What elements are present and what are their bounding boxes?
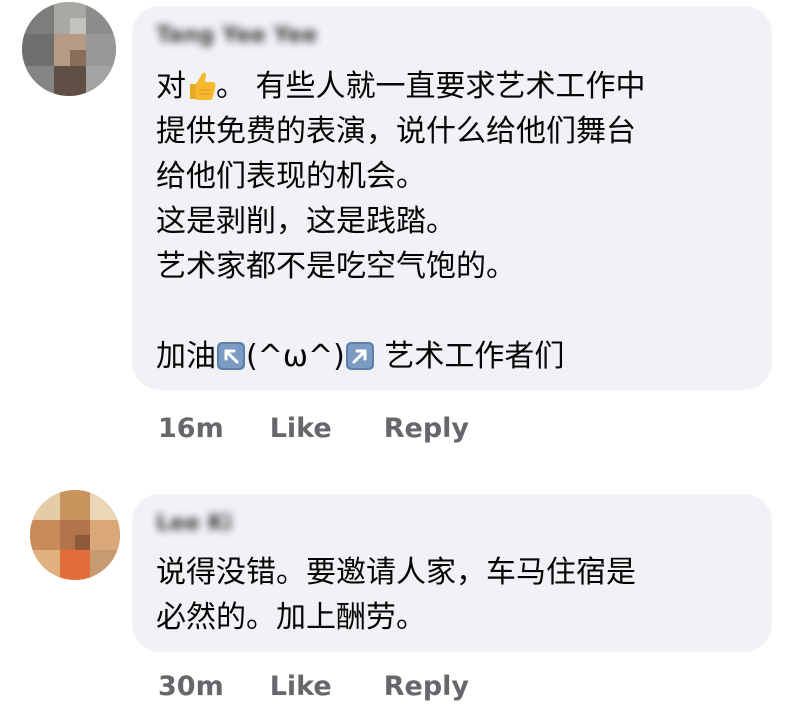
arrow-up-left-icon [216, 339, 246, 370]
comment-line: 艺术家都不是吃空气饱的。 [156, 249, 516, 284]
comment-line: 这是剥削，这是践踏。 [156, 204, 456, 239]
comment-text-segment: (^ω^) [246, 339, 345, 374]
comment-bubble: Lee Ki 说得没错。要邀请人家，车马住宿是 必然的。加上酬劳。 [132, 494, 772, 652]
comment-text-segment: 艺术工作者们 [374, 339, 565, 374]
user-avatar-icon [30, 490, 120, 580]
comment-text: 说得没错。要邀请人家，车马住宿是 必然的。加上酬劳。 [156, 550, 636, 640]
comment-text-segment: 。 有些人就一直要求艺术工作中 [216, 69, 646, 104]
comment-author[interactable]: Lee Ki [156, 510, 232, 536]
commenter-avatar[interactable] [22, 2, 116, 96]
arrow-up-right-icon [345, 339, 375, 370]
comment-bubble: Tang Yee Yee 对 。 有些人就一直要求艺术工作中 提供免费的表演，说… [132, 6, 772, 390]
comment-text-segment: 加油 [156, 339, 216, 374]
author-name[interactable]: Lee Ki [156, 511, 232, 536]
comment-line: 提供免费的表演，说什么给他们舞台 [156, 114, 636, 149]
comment-timestamp[interactable]: 30m [158, 671, 224, 702]
comment-timestamp[interactable]: 16m [158, 413, 224, 444]
blank-line [156, 289, 646, 334]
comment-line: 对 。 有些人就一直要求艺术工作中 [156, 64, 646, 109]
comment-line: 必然的。加上酬劳。 [156, 600, 426, 635]
reply-button[interactable]: Reply [384, 671, 469, 702]
like-button[interactable]: Like [270, 671, 332, 702]
comment-text-segment: 对 [156, 69, 186, 104]
author-name[interactable]: Tang Yee Yee [156, 23, 317, 48]
comment-author[interactable]: Tang Yee Yee [156, 22, 317, 48]
comment-line: 给他们表现的机会。 [156, 159, 426, 194]
comment-line: 说得没错。要邀请人家，车马住宿是 [156, 555, 636, 590]
like-button[interactable]: Like [270, 413, 332, 444]
reply-button[interactable]: Reply [384, 413, 469, 444]
comment-line: 加油 (^ω^) 艺术工作者们 [156, 334, 646, 379]
commenter-avatar[interactable] [30, 490, 120, 580]
comment-actions: 30m Like Reply [158, 666, 469, 706]
user-avatar-icon [22, 2, 116, 96]
comment-actions: 16m Like Reply [158, 408, 469, 448]
comment-text: 对 。 有些人就一直要求艺术工作中 提供免费的表演，说什么给他们舞台 给他们表现… [156, 64, 646, 379]
